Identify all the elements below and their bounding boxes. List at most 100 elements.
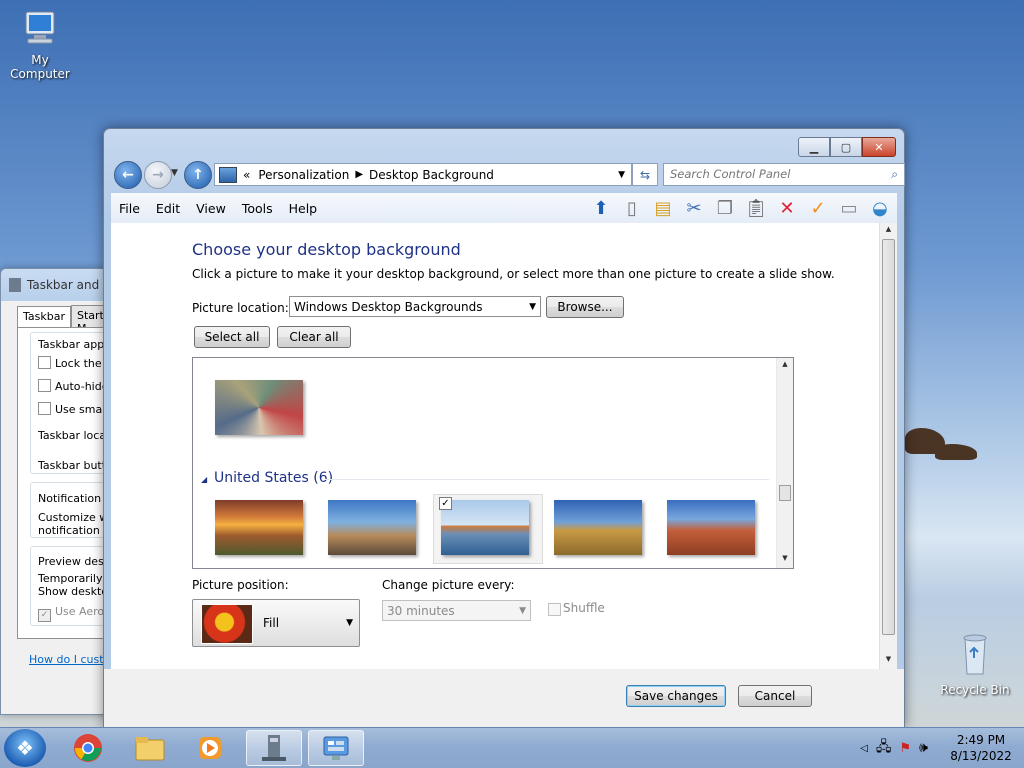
clock[interactable]: 2:49 PM 8/13/2022 <box>946 732 1016 764</box>
gallery-scrollbar-thumb[interactable] <box>779 485 791 501</box>
clock-date: 8/13/2022 <box>950 749 1012 763</box>
control-panel-icon <box>219 166 237 183</box>
address-overflow-chevron[interactable]: « <box>243 168 250 182</box>
menu-file[interactable]: File <box>111 201 148 216</box>
picture-thumbnail[interactable] <box>215 500 303 555</box>
picture-location-select[interactable]: Windows Desktop Backgrounds ▼ <box>289 296 541 317</box>
scroll-down-icon[interactable]: ▼ <box>777 554 793 566</box>
taskbar-chrome[interactable] <box>60 730 116 766</box>
menu-help[interactable]: Help <box>281 201 326 216</box>
taskbar-taskbar-properties[interactable] <box>246 730 302 766</box>
menu-tools[interactable]: Tools <box>234 201 281 216</box>
back-button[interactable]: ← <box>114 161 142 189</box>
autohide-label: Auto-hide <box>55 380 109 393</box>
shore-rock <box>935 444 977 460</box>
gallery-scrollbar[interactable]: ▲ ▼ <box>776 358 793 568</box>
clock-time: 2:49 PM <box>956 733 1006 747</box>
shuffle-label: Shuffle <box>563 601 605 615</box>
up-arrow-icon: ↑ <box>192 167 204 183</box>
aero-peek-checkbox[interactable]: ✓ <box>38 609 51 622</box>
picture-thumbnail[interactable] <box>554 500 642 555</box>
content-scrollbar[interactable]: ▲ ▼ <box>879 223 897 669</box>
how-do-i-customize-link[interactable]: How do I custor <box>29 653 115 666</box>
content-scrollbar-thumb[interactable] <box>882 239 895 635</box>
picture-thumbnail-selected[interactable] <box>441 500 529 555</box>
minimize-button[interactable]: ▁ <box>798 137 830 157</box>
picture-thumbnail[interactable] <box>328 500 416 555</box>
picture-position-label: Picture position: <box>192 578 289 592</box>
forward-arrow-icon: → <box>152 167 164 183</box>
browse-button[interactable]: Browse... <box>546 296 624 318</box>
panel-icon[interactable]: ▯ <box>619 195 645 221</box>
paste-icon[interactable]: 📋︎ <box>743 195 769 221</box>
taskbar-control-panel[interactable] <box>308 730 364 766</box>
autohide-checkbox[interactable] <box>38 379 51 392</box>
address-dropdown-icon[interactable]: ▼ <box>618 170 625 180</box>
maximize-icon: ▢ <box>840 140 852 154</box>
network-icon[interactable]: 🖧︎ <box>876 736 892 760</box>
shuffle-checkbox[interactable] <box>548 603 561 616</box>
menu-view[interactable]: View <box>188 201 234 216</box>
small-icons-checkbox[interactable] <box>38 402 51 415</box>
start-button[interactable]: ❖ <box>4 729 46 767</box>
refresh-icon: ⇆ <box>639 167 651 182</box>
my-computer-desktop-icon[interactable]: My Computer <box>0 8 80 81</box>
breadcrumb-desktop-background[interactable]: Desktop Background <box>369 168 494 182</box>
menu-edit[interactable]: Edit <box>148 201 188 216</box>
taskbar-buttons-label: Taskbar butto <box>38 459 113 472</box>
position-preview-image <box>201 604 253 644</box>
delete-icon[interactable]: ✕ <box>774 195 800 221</box>
close-icon: ✕ <box>874 140 884 154</box>
forward-button[interactable]: → <box>144 161 172 189</box>
picture-thumbnail[interactable] <box>667 500 755 555</box>
rename-icon[interactable]: ▭ <box>836 195 862 221</box>
up-button[interactable]: ↑ <box>184 161 212 189</box>
change-interval-select[interactable]: 30 minutes ▼ <box>382 600 531 621</box>
cancel-button[interactable]: Cancel <box>738 685 812 707</box>
chrome-icon <box>74 734 102 762</box>
taskbar-media-player[interactable] <box>182 730 238 766</box>
minimize-icon: ▁ <box>809 140 819 154</box>
cut-icon[interactable]: ✂ <box>681 195 707 221</box>
breadcrumb-personalization[interactable]: Personalization <box>258 168 349 182</box>
up-folder-icon[interactable]: ⬆ <box>588 195 614 221</box>
save-changes-button[interactable]: Save changes <box>626 685 726 707</box>
breadcrumb-separator-icon[interactable]: ▶ <box>355 169 363 180</box>
folder-options-icon[interactable]: ▤ <box>650 195 676 221</box>
refresh-button[interactable]: ⇆ <box>632 163 658 186</box>
control-panel-icon <box>323 736 349 760</box>
scroll-down-icon[interactable]: ▼ <box>880 655 897 669</box>
select-all-button[interactable]: Select all <box>194 326 270 348</box>
clear-all-button[interactable]: Clear all <box>277 326 351 348</box>
lock-taskbar-checkbox[interactable] <box>38 356 51 369</box>
taskbar: ❖ ◁ 🖧︎ ⚑ 🕪︎ 2:49 PM 8/13/2022 <box>0 727 1024 768</box>
autohide-option[interactable]: Auto-hide <box>38 379 109 393</box>
recycle-bin-desktop-icon[interactable]: Recycle Bin <box>935 630 1015 697</box>
address-bar[interactable]: « Personalization ▶ Desktop Background ▼ <box>214 163 632 186</box>
picture-gallery[interactable]: ◢ United States (6) ✓ ▲ ▼ <box>192 357 794 569</box>
footer-bar: Save changes Cancel <box>104 669 904 727</box>
search-box[interactable]: ⌕ <box>663 163 905 186</box>
desktop-background-window[interactable]: ▁ ▢ ✕ ← → ▼ ↑ « Personalization ▶ Deskto… <box>103 128 905 728</box>
picture-thumbnail[interactable] <box>215 380 303 435</box>
thumbnail-checkbox-checked[interactable]: ✓ <box>439 497 452 510</box>
copy-icon[interactable]: ❐ <box>712 195 738 221</box>
search-icon[interactable]: ⌕ <box>891 167 898 182</box>
recent-pages-dropdown[interactable]: ▼ <box>171 168 178 178</box>
checkmark-icon[interactable]: ✓ <box>805 195 831 221</box>
shell-icon[interactable]: ◒ <box>867 195 893 221</box>
taskbar-explorer[interactable] <box>122 730 178 766</box>
scroll-up-icon[interactable]: ▲ <box>777 360 793 372</box>
system-tray: ◁ 🖧︎ ⚑ 🕪︎ 2:49 PM 8/13/2022 <box>860 728 1016 768</box>
picture-location-label: Picture location: <box>192 301 289 315</box>
volume-icon[interactable]: 🕪︎ <box>919 740 928 756</box>
collapse-group-icon[interactable]: ◢ <box>201 475 207 484</box>
picture-position-select[interactable]: Fill ▼ <box>192 599 360 647</box>
maximize-button[interactable]: ▢ <box>830 137 862 157</box>
group-header-united-states[interactable]: United States (6) <box>214 470 333 486</box>
close-button[interactable]: ✕ <box>862 137 896 157</box>
action-center-icon[interactable]: ⚑ <box>900 741 912 756</box>
search-input[interactable] <box>664 164 870 183</box>
scroll-up-icon[interactable]: ▲ <box>880 225 897 239</box>
show-hidden-icons-button[interactable]: ◁ <box>860 743 868 754</box>
